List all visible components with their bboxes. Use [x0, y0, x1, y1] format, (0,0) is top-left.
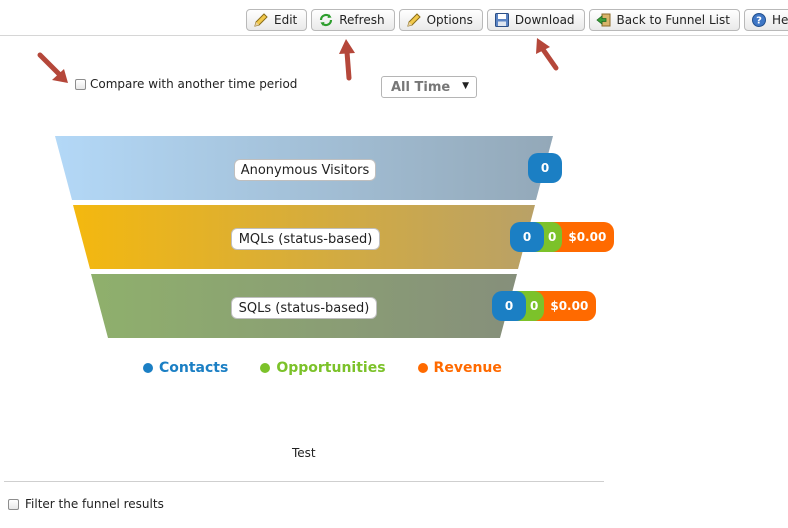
filter-row: Filter the funnel results: [8, 497, 164, 511]
legend-item-contacts: Contacts: [143, 360, 228, 376]
stage-label-anonymous-visitors: Anonymous Visitors: [234, 159, 376, 181]
opportunities-dot-icon: [260, 363, 271, 373]
stage-badges-sqls: 0 0 $0.00: [492, 291, 597, 321]
funnel-legend: Contacts Opportunities Revenue: [143, 360, 502, 376]
annotation-arrow-icon: [536, 38, 559, 71]
funnel-page: Edit Refresh Options Download Back to Fu…: [0, 0, 788, 528]
legend-item-opportunities: Opportunities: [260, 360, 386, 376]
contacts-dot-icon: [143, 363, 153, 373]
annotation-arrow-icon: [339, 39, 355, 81]
funnel-caption: Test: [292, 446, 316, 460]
stage-badges-anonymous-visitors: 0: [528, 153, 562, 183]
revenue-dot-icon: [417, 363, 428, 373]
filter-label: Filter the funnel results: [25, 497, 164, 511]
annotation-arrow-icon: [37, 52, 68, 83]
contacts-count-badge: 0: [528, 153, 562, 183]
contacts-count-badge: 0: [510, 222, 544, 252]
contacts-count-badge: 0: [492, 291, 526, 321]
stage-badges-mqls: 0 0 $0.00: [510, 222, 615, 252]
filter-checkbox[interactable]: [8, 498, 19, 510]
section-divider: [4, 481, 604, 482]
stage-label-sqls: SQLs (status-based): [231, 297, 377, 319]
funnel-graphic: [55, 136, 553, 338]
stage-label-mqls: MQLs (status-based): [231, 228, 380, 250]
legend-item-revenue: Revenue: [417, 360, 502, 376]
